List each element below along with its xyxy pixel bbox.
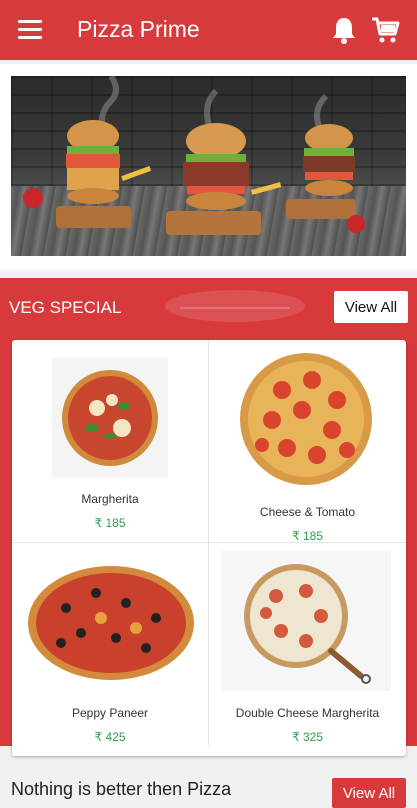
app-title: Pizza Prime (77, 16, 200, 42)
banner-container (0, 64, 417, 270)
burgers-illustration (23, 76, 365, 235)
promo-banner-image[interactable] (11, 76, 406, 256)
peppy-paneer-pizza-image (28, 566, 194, 680)
margherita-pizza-image (52, 358, 168, 478)
product-name: Margherita (81, 492, 139, 506)
product-price: ₹ 425 (94, 730, 126, 744)
double-cheese-margherita-pizza-image (221, 551, 391, 691)
product-card[interactable]: Margherita ₹ 185 (12, 340, 209, 543)
product-price: ₹ 325 (292, 730, 323, 744)
view-all-button[interactable]: View All (332, 778, 406, 808)
product-price: ₹ 185 (94, 516, 126, 530)
product-grid: Margherita ₹ 185 Cheese & Tomato ₹ 185 P… (12, 340, 406, 756)
app-bar: Pizza Prime (0, 0, 417, 60)
section-title: Nothing is better then Pizza (11, 779, 232, 799)
product-card[interactable]: Double Cheese Margherita ₹ 325 (209, 543, 406, 746)
decoration-lantern (165, 290, 305, 322)
bell-icon[interactable] (330, 15, 358, 45)
product-price: ₹ 185 (292, 529, 323, 543)
cart-icon[interactable] (370, 15, 400, 45)
product-card[interactable]: Cheese & Tomato ₹ 185 (209, 340, 406, 543)
section-title: VEG SPECIAL (9, 298, 122, 317)
product-name: Cheese & Tomato (259, 505, 356, 519)
product-name: Peppy Paneer (71, 706, 149, 720)
product-name: Double Cheese Margherita (235, 706, 380, 720)
menu-icon[interactable] (18, 20, 42, 40)
product-card[interactable]: Peppy Paneer ₹ 425 (12, 543, 209, 746)
cheese-tomato-pizza-image (240, 353, 372, 485)
view-all-button[interactable]: View All (334, 291, 408, 323)
